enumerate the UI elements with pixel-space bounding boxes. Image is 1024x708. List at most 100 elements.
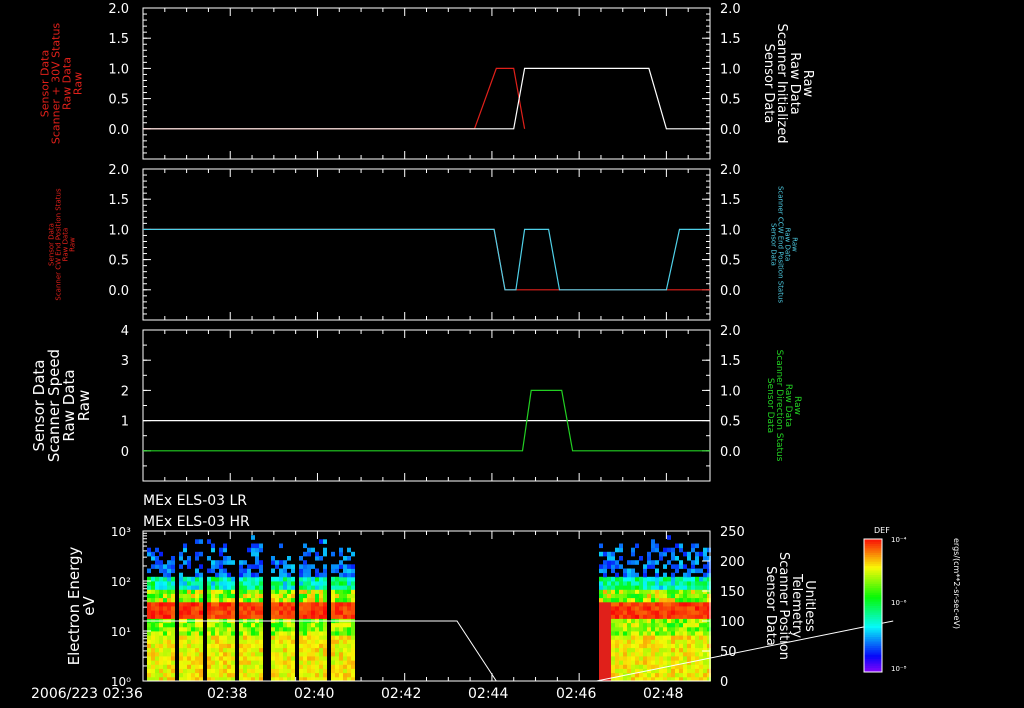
spectrogram-cell: [687, 551, 691, 557]
spectrogram-cell: [603, 618, 607, 624]
spectrogram-cell: [615, 614, 619, 619]
spectrogram-cell: [219, 643, 223, 649]
spectrogram-cell: [147, 606, 151, 611]
spectrogram-cell: [691, 672, 695, 678]
spectrogram-cell: [647, 639, 651, 644]
spectrogram-cell: [607, 589, 611, 594]
spectrogram-cell: [695, 560, 699, 565]
spectrogram-cell: [207, 606, 211, 611]
spectrogram-cell: [243, 672, 247, 678]
spectrogram-cell: [619, 664, 623, 669]
spectrogram-cell: [607, 610, 611, 615]
spectrogram-cell: [675, 568, 679, 574]
spectrogram-cell: [699, 597, 703, 603]
spectrogram-cell: [639, 656, 643, 661]
spectrogram-cell: [647, 601, 651, 607]
spectrogram-cell: [643, 614, 647, 619]
spectrogram-cell: [655, 585, 659, 590]
spectrogram-cell: [307, 597, 311, 603]
spectrogram-cell: [691, 564, 695, 569]
spectrogram-cell: [695, 643, 699, 649]
spectrogram-cell: [631, 643, 635, 649]
spectrogram-cell: [223, 572, 227, 578]
spectrogram-cell: [159, 643, 163, 649]
spectrogram-cell: [219, 606, 223, 611]
spectrogram-cell: [211, 660, 215, 665]
spectrogram-cell: [687, 618, 691, 624]
spectrogram-cell: [679, 647, 683, 653]
colorbar-title: DEF: [874, 526, 890, 535]
spectrogram-cell: [219, 572, 223, 578]
spectrogram-cell: [611, 635, 615, 640]
spectrogram-cell: [255, 560, 259, 565]
spectrogram-cell: [615, 564, 619, 569]
spectrogram-cell: [643, 618, 647, 624]
spectrogram-cell: [147, 585, 151, 590]
spectrogram-cell: [339, 656, 343, 661]
y2-tick-label: 2.0: [720, 163, 741, 178]
spectrogram-cell: [663, 631, 667, 636]
spectrogram-cell: [331, 589, 335, 594]
spectrogram-cell: [151, 635, 155, 640]
spectrogram-cell: [247, 635, 251, 640]
spectrogram-cell: [335, 626, 339, 632]
colorbar-band: [864, 654, 882, 657]
spectrogram-cell: [343, 639, 347, 644]
spectrogram-cell: [275, 589, 279, 594]
spectrogram-cell: [275, 647, 279, 653]
spectrogram-cell: [187, 622, 191, 628]
spectrogram-cell: [607, 618, 611, 624]
spectrogram-cell: [663, 610, 667, 615]
spectrogram-cell: [691, 635, 695, 640]
spectrogram-cell: [647, 651, 651, 657]
spectrogram-cell: [343, 564, 347, 569]
spectrogram-cell: [207, 639, 211, 644]
spectrogram-cell: [335, 576, 339, 582]
spectrogram-cell: [283, 660, 287, 665]
spectrogram-cell: [223, 601, 227, 607]
spectrogram-cell: [191, 597, 195, 603]
spectrogram-cell: [607, 639, 611, 644]
spectrogram-cell: [627, 593, 631, 599]
spectrogram-cell: [287, 581, 291, 586]
spectrogram-cell: [227, 597, 231, 603]
spectrogram-cell: [207, 568, 211, 574]
spectrogram-cell: [287, 597, 291, 603]
spectrogram-cell: [223, 568, 227, 574]
spectrogram-cell: [243, 668, 247, 674]
spectrogram-cell: [167, 614, 171, 619]
spectrogram-cell: [639, 585, 643, 590]
y-axis-label-right-line: Sensor Data: [770, 223, 778, 266]
spectrogram-cell: [223, 593, 227, 599]
spectrogram-cell: [211, 597, 215, 603]
spectrogram-cell: [231, 635, 235, 640]
spectrogram-cell: [351, 610, 355, 615]
spectrogram-cell: [315, 576, 319, 582]
spectrogram-cell: [243, 589, 247, 594]
spectrogram-cell: [671, 551, 675, 557]
spectrogram-cell: [163, 564, 167, 569]
spectrogram-cell: [171, 601, 175, 607]
spectrogram-cell: [255, 543, 259, 549]
spectrogram-cell: [347, 647, 351, 653]
spectrogram-cell: [347, 572, 351, 578]
spectrogram-cell: [703, 589, 707, 594]
spectrogram-cell: [699, 589, 703, 594]
spectrogram-cell: [191, 593, 195, 599]
spectrogram-cell: [683, 564, 687, 569]
spectrogram-cell: [687, 581, 691, 586]
spectrogram-cell: [691, 606, 695, 611]
spectrogram-cell: [699, 639, 703, 644]
spectrogram-cell: [291, 614, 295, 619]
spectrogram-cell: [691, 618, 695, 624]
spectrogram-cell: [247, 639, 251, 644]
spectrogram-cell: [179, 643, 183, 649]
spectrogram-cell: [319, 601, 323, 607]
spectrogram-cell: [611, 581, 615, 586]
spectrogram-cell: [619, 556, 623, 561]
spectrogram-cell: [603, 606, 607, 611]
y-axis-label-right-line: Raw Data: [783, 384, 793, 427]
spectrogram-cell: [299, 635, 303, 640]
spectrogram-cell: [303, 581, 307, 586]
spectrogram-cell: [275, 622, 279, 628]
